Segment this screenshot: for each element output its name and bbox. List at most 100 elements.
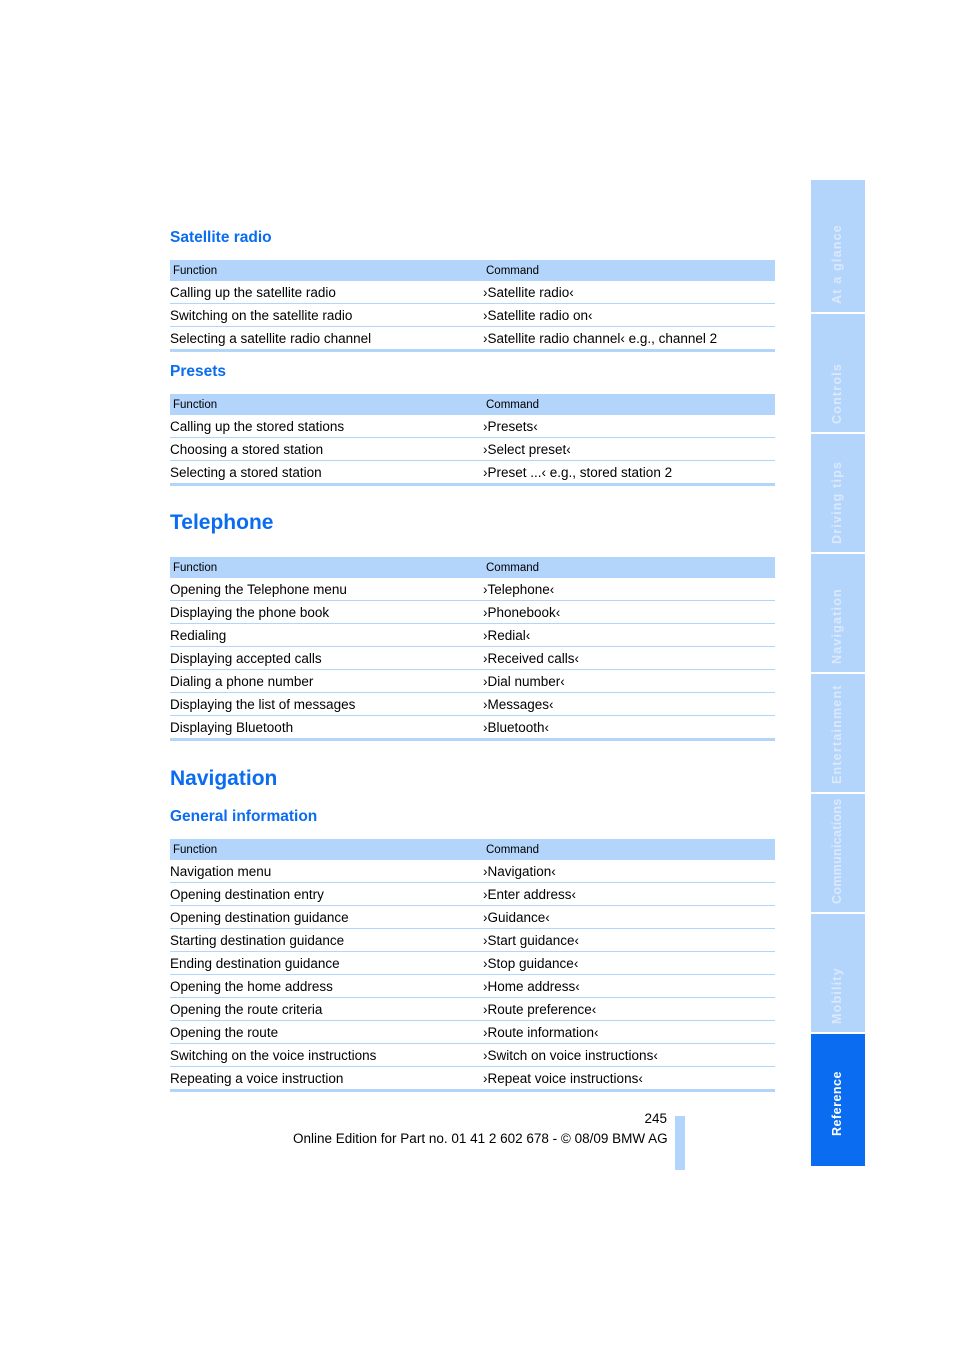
function-cell: Opening the route (170, 1020, 483, 1044)
function-cell: Selecting a stored station (170, 460, 483, 486)
header-command: Command (483, 839, 775, 860)
tab-label: Communications (830, 798, 844, 904)
table-row: Opening the route criteria ›Route prefere… (170, 997, 775, 1021)
table-row: Opening destination entry ›Enter address‹ (170, 882, 775, 906)
tab-mobility[interactable]: Mobility (811, 914, 865, 1032)
function-cell: Opening destination entry (170, 882, 483, 906)
command-cell: ›Messages‹ (483, 692, 775, 716)
command-cell: ›Guidance‹ (483, 905, 775, 929)
command-cell: ›Route information‹ (483, 1020, 775, 1044)
table-row: Starting destination guidance ›Start guid… (170, 928, 775, 952)
header-function: Function (170, 394, 483, 415)
tab-reference[interactable]: Reference (811, 1034, 865, 1166)
satellite-radio-heading: Satellite radio (170, 229, 272, 246)
command-cell: ›Home address‹ (483, 974, 775, 998)
header-function: Function (170, 260, 483, 281)
function-cell: Displaying Bluetooth (170, 715, 483, 741)
table-row: Calling up the stored stations ›Presets‹ (170, 415, 775, 438)
table-row: Choosing a stored station ›Select preset… (170, 437, 775, 461)
table-row: Navigation menu ›Navigation‹ (170, 860, 775, 883)
function-cell: Displaying the phone book (170, 600, 483, 624)
table-row: Switching on the satellite radio ›Satell… (170, 303, 775, 327)
function-cell: Switching on the satellite radio (170, 303, 483, 327)
header-command: Command (483, 557, 775, 578)
table-row: Redialing ›Redial‹ (170, 623, 775, 647)
function-cell: Displaying accepted calls (170, 646, 483, 670)
table-header-row: Function Command (170, 260, 775, 281)
function-cell: Switching on the voice instructions (170, 1043, 483, 1067)
function-cell: Opening the Telephone menu (170, 578, 483, 601)
table-row: Switching on the voice instructions ›Swit… (170, 1043, 775, 1067)
navigation-heading: Navigation (170, 767, 278, 790)
function-cell: Opening the home address (170, 974, 483, 998)
table-row: Displaying the phone book ›Phonebook‹ (170, 600, 775, 624)
presets-heading: Presets (170, 363, 227, 380)
table-row: Opening the home address ›Home address‹ (170, 974, 775, 998)
table-row: Ending destination guidance ›Stop guidanc… (170, 951, 775, 975)
table-header-row: Function Command (170, 557, 775, 578)
tab-navigation[interactable]: Navigation (811, 554, 865, 672)
function-cell: Dialing a phone number (170, 669, 483, 693)
table-row: Selecting a satellite radio channel ›Sat… (170, 326, 775, 352)
tab-driving-tips[interactable]: Driving tips (811, 434, 865, 552)
tab-label: Controls (830, 363, 844, 424)
navigation-table: Function Command Navigation menu ›Navigat… (170, 839, 775, 1092)
command-cell: ›Enter address‹ (483, 882, 775, 906)
command-cell: ›Navigation‹ (483, 860, 775, 883)
tab-communications[interactable]: Communications (811, 794, 865, 912)
presets-table: Function Command Calling up the stored s… (170, 394, 775, 486)
page-number: 245 (644, 1111, 667, 1126)
command-cell: ›Select preset‹ (483, 437, 775, 461)
function-cell: Opening the route criteria (170, 997, 483, 1021)
telephone-table: Function Command Opening the Telephone m… (170, 557, 775, 741)
tab-at-a-glance[interactable]: At a glance (811, 180, 865, 312)
command-cell: ›Bluetooth‹ (483, 715, 775, 741)
function-cell: Repeating a voice instruction (170, 1066, 483, 1092)
table-row: Selecting a stored station ›Preset ...‹ … (170, 460, 775, 486)
command-cell: ›Route preference‹ (483, 997, 775, 1021)
table-row: Opening destination guidance ›Guidance‹ (170, 905, 775, 929)
command-cell: ›Preset ...‹ e.g., stored station 2 (483, 460, 775, 486)
command-cell: ›Phonebook‹ (483, 600, 775, 624)
command-cell: ›Dial number‹ (483, 669, 775, 693)
tab-label: Mobility (830, 967, 844, 1024)
function-cell: Displaying the list of messages (170, 692, 483, 716)
table-header-row: Function Command (170, 839, 775, 860)
header-command: Command (483, 394, 775, 415)
header-function: Function (170, 557, 483, 578)
header-command: Command (483, 260, 775, 281)
table-row: Displaying the list of messages ›Messages… (170, 692, 775, 716)
general-information-heading: General information (170, 808, 318, 825)
command-cell: ›Telephone‹ (483, 578, 775, 601)
command-cell: ›Redial‹ (483, 623, 775, 647)
function-cell: Opening destination guidance (170, 905, 483, 929)
command-cell: ›Switch on voice instructions‹ (483, 1043, 775, 1067)
table-row: Opening the Telephone menu ›Telephone‹ (170, 578, 775, 601)
command-cell: ›Received calls‹ (483, 646, 775, 670)
command-cell: ›Presets‹ (483, 415, 775, 438)
function-cell: Starting destination guidance (170, 928, 483, 952)
table-row: Dialing a phone number ›Dial number‹ (170, 669, 775, 693)
table-row: Displaying accepted calls ›Received calls… (170, 646, 775, 670)
tab-label: At a glance (830, 224, 844, 304)
table-row: Opening the route ›Route information‹ (170, 1020, 775, 1044)
table-row: Repeating a voice instruction ›Repeat voi… (170, 1066, 775, 1092)
command-cell: ›Satellite radio‹ (483, 281, 775, 304)
tab-controls[interactable]: Controls (811, 314, 865, 432)
function-cell: Calling up the stored stations (170, 415, 483, 438)
satellite-radio-table: Function Command Calling up the satellit… (170, 260, 775, 352)
tab-label: Entertainment (830, 684, 844, 784)
header-function: Function (170, 839, 483, 860)
table-header-row: Function Command (170, 394, 775, 415)
function-cell: Calling up the satellite radio (170, 281, 483, 304)
tab-entertainment[interactable]: Entertainment (811, 674, 865, 792)
telephone-heading: Telephone (170, 511, 274, 534)
command-cell: ›Stop guidance‹ (483, 951, 775, 975)
tab-label: Reference (830, 1071, 844, 1136)
tab-label: Driving tips (830, 460, 844, 544)
function-cell: Selecting a satellite radio channel (170, 326, 483, 352)
function-cell: Redialing (170, 623, 483, 647)
page-marker-bar (675, 1116, 685, 1170)
tab-label: Navigation (830, 588, 844, 664)
function-cell: Choosing a stored station (170, 437, 483, 461)
